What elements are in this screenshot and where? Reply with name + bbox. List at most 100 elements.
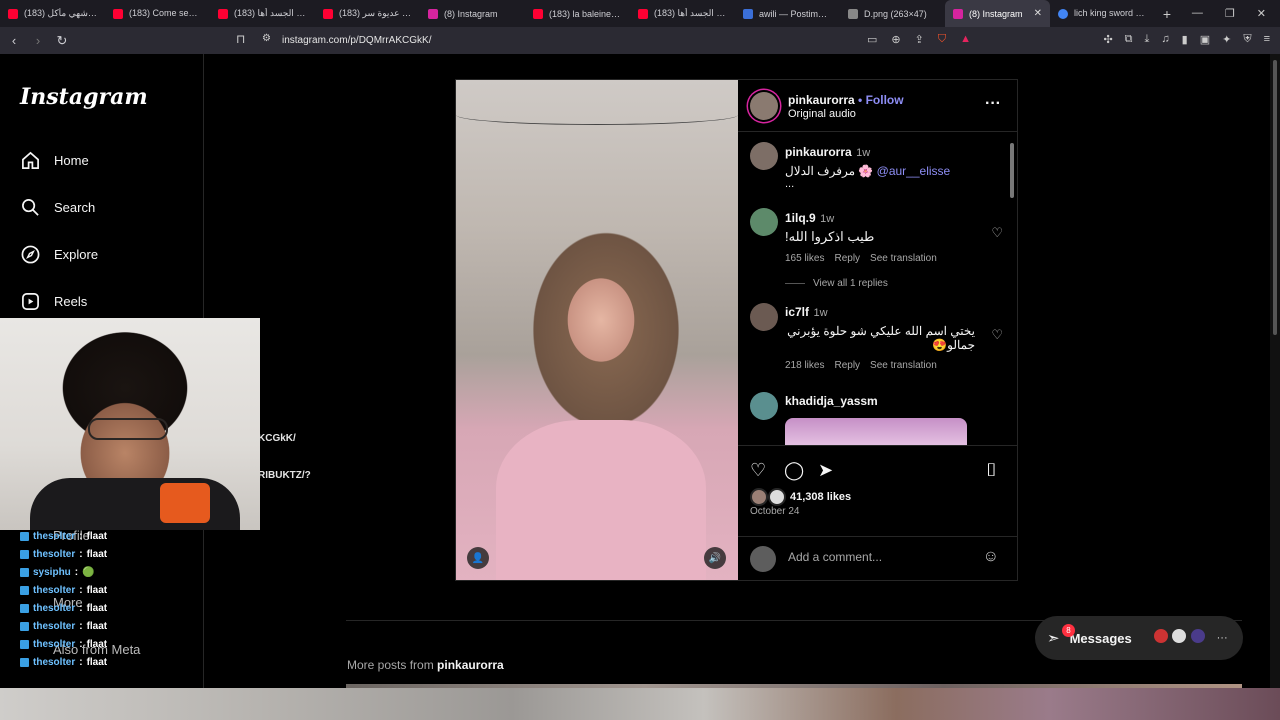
postimages-icon (743, 8, 753, 19)
browser-tab[interactable]: (8) Instagram (420, 0, 525, 27)
reader-icon[interactable]: ▭ (867, 33, 877, 46)
save-icon[interactable]: ⌷ (986, 460, 997, 481)
caption-username[interactable]: pinkaurorra (785, 145, 852, 159)
comment-avatar[interactable] (750, 303, 778, 331)
leo-icon[interactable]: ✦ (1222, 33, 1231, 46)
youtube-icon (113, 8, 123, 19)
rewards-icon[interactable]: ▲ (960, 33, 971, 46)
download-icon[interactable]: ⤓ (1145, 33, 1150, 46)
like-comment-icon[interactable]: ♡ (991, 225, 1003, 241)
likes-count[interactable]: 41,308 likes (750, 488, 851, 506)
comment: 1ilq.9 1w طيب اذكروا الله! 165 likes Rep… (785, 209, 1017, 289)
view-replies[interactable]: View all 1 replies (785, 278, 1017, 289)
comment-username[interactable]: ic7lf (785, 305, 809, 319)
post-actions: ♡ ◯ ➤ ⌷ (750, 460, 1006, 482)
share-icon[interactable]: ⇪ (915, 33, 924, 46)
sidebar-item-explore[interactable]: Explore (20, 244, 98, 264)
page-scrollbar[interactable] (1270, 54, 1280, 688)
zoom-icon[interactable]: ⊕ (891, 33, 900, 46)
music-icon[interactable]: ♫ (1161, 33, 1169, 46)
site-settings-icon[interactable]: ⚙ (262, 33, 271, 44)
caption-mention[interactable]: @aur__elisse (877, 164, 951, 178)
search-icon (20, 197, 40, 217)
webcam-watch (160, 483, 210, 523)
caption: pinkaurorra 1w مرفرف الدلال 🌸 @aur__elis… (785, 143, 1017, 190)
audio-label[interactable]: Original audio (788, 108, 856, 120)
comment-username[interactable]: khadidja_yassm (785, 394, 878, 408)
comment-likes[interactable]: 218 likes (785, 360, 824, 371)
browser-tab[interactable]: (183) عديوة سر 📼 (315, 0, 420, 27)
brave-shield-icon[interactable]: ⛉ (938, 33, 946, 46)
sound-icon[interactable]: 🔊 (704, 547, 726, 569)
close-tab-icon[interactable]: ✕ (1034, 8, 1042, 19)
instagram-logo[interactable]: Instagram (20, 84, 148, 110)
liker-avatar (750, 488, 768, 506)
back-icon[interactable]: ‹ (4, 33, 24, 48)
extensions-icon[interactable]: ✣ (1103, 33, 1112, 46)
url-text[interactable]: instagram.com/p/DQMrrAKCGkK/ (282, 35, 431, 46)
comment-username[interactable]: 1ilq.9 (785, 211, 816, 225)
chat-badge-icon (20, 549, 29, 559)
like-comment-icon[interactable]: ♡ (991, 327, 1003, 343)
browser-tab[interactable]: awili — Postimages (735, 0, 840, 27)
stream-chat: thesolter: flaat thesolter: flaat sysiphu:… (20, 527, 200, 671)
share-icon[interactable]: ➤ (818, 460, 833, 481)
vpn-icon[interactable]: ⛨ (1243, 33, 1251, 46)
caption-avatar[interactable] (750, 142, 778, 170)
more-options-icon[interactable]: ··· (985, 95, 1001, 113)
minimize-icon[interactable]: — (1192, 7, 1203, 20)
comment-avatar[interactable] (750, 208, 778, 236)
browser-tab-active[interactable]: (8) Instagram ✕ (945, 0, 1050, 27)
bookmark-icon[interactable]: ⊓ (236, 32, 245, 46)
caption-more[interactable]: ... (785, 178, 1017, 190)
comment-icon[interactable]: ◯ (784, 460, 804, 481)
webcam-glasses (88, 418, 168, 440)
browser-tab[interactable]: (183) واش الجسد أها (630, 0, 735, 27)
like-icon[interactable]: ♡ (750, 460, 766, 481)
close-window-icon[interactable]: ✕ (1257, 7, 1266, 20)
follow-button[interactable]: Follow (866, 93, 904, 107)
home-icon (20, 150, 40, 170)
background-video-strip (0, 688, 1280, 720)
see-translation-button[interactable]: See translation (870, 253, 937, 264)
comment-avatar[interactable] (750, 392, 778, 420)
browser-tab[interactable]: (183) la baleine ana (525, 0, 630, 27)
menu-icon[interactable]: ≡ (1264, 33, 1270, 46)
author-username[interactable]: pinkaurorra (788, 93, 855, 107)
url-actions: ▭ ⊕ ⇪ ⛉ ▲ (867, 33, 971, 46)
new-tab-button[interactable]: + (1155, 6, 1179, 22)
browser-tab[interactable]: (183) Come see 😂 (105, 0, 210, 27)
chat-message: sysiphu: 🟢 (20, 563, 200, 581)
browser-tab[interactable]: (183) واش الجسد أها (210, 0, 315, 27)
forward-icon[interactable]: › (28, 33, 48, 48)
author-avatar[interactable] (750, 92, 778, 120)
reply-button[interactable]: Reply (834, 360, 860, 371)
wallet-icon[interactable]: ▣ (1200, 33, 1210, 46)
more-posts-heading: More posts from pinkaurorra (347, 658, 504, 672)
see-translation-button[interactable]: See translation (870, 360, 937, 371)
image-icon (848, 8, 858, 19)
sidebar-item-home[interactable]: Home (20, 150, 89, 170)
sidebar-item-reels[interactable]: Reels (20, 291, 87, 311)
comments-scrollbar[interactable] (1009, 133, 1015, 445)
my-avatar (750, 546, 776, 572)
address-bar[interactable]: ⊓ ⚙ instagram.com/p/DQMrrAKCGkK/ ▭ ⊕ ⇪ ⛉… (232, 31, 977, 50)
more-posts-user[interactable]: pinkaurorra (437, 658, 504, 672)
browser-tab[interactable]: (183) أشهي مأكل 🌟 (0, 0, 105, 27)
sidebar-icon[interactable]: ▮ (1182, 33, 1188, 46)
sidebar-item-search[interactable]: Search (20, 197, 95, 217)
restore-icon[interactable]: ❐ (1225, 7, 1235, 20)
leaked-url-text: RIBUKTZ/? (258, 470, 311, 481)
messages-button[interactable]: ➣ 8 Messages ··· (1035, 616, 1243, 660)
browser-tab[interactable]: D.png (263×47) (840, 0, 945, 27)
browser-tab[interactable]: lich king sword - ↻ (1050, 0, 1155, 27)
comment-likes[interactable]: 165 likes (785, 253, 824, 264)
add-comment-input[interactable] (788, 550, 968, 564)
webcam-overlay (0, 318, 260, 530)
tagged-user-icon[interactable]: 👤 (467, 547, 489, 569)
reply-button[interactable]: Reply (834, 253, 860, 264)
screenshot-icon[interactable]: ⧉ (1125, 33, 1133, 46)
emoji-icon[interactable]: ☺ (983, 548, 999, 566)
post-photo[interactable]: 👤 🔊 (456, 80, 738, 580)
reload-icon[interactable]: ↻ (52, 33, 72, 49)
